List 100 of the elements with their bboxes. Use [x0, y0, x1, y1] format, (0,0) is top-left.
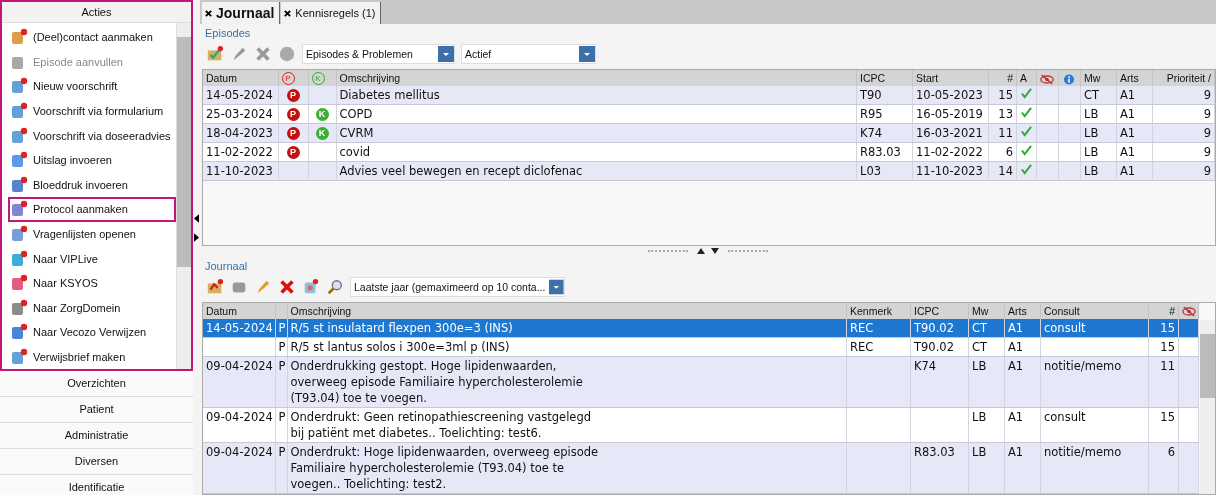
column-header[interactable] — [1036, 70, 1059, 87]
close-icon[interactable] — [204, 8, 213, 18]
document-icon — [10, 225, 28, 244]
table-cell: 15 — [1160, 340, 1175, 354]
problem-badge: P — [286, 146, 300, 160]
table-cell: CT — [972, 340, 988, 354]
document-icon — [10, 298, 28, 317]
column-header[interactable] — [1058, 70, 1081, 87]
chronic-badge: K — [315, 108, 329, 122]
document-icon — [10, 102, 28, 121]
action-item[interactable]: Naar Vecozo Verwijzen — [8, 320, 176, 345]
tab[interactable]: Journaal — [202, 2, 281, 25]
group-title: Journaal — [204, 259, 249, 272]
table-cell: 14-05-2024 — [206, 321, 273, 335]
action-item[interactable]: Nieuw voorschrift — [8, 74, 176, 99]
document-icon — [10, 175, 28, 194]
table-cell: LB — [972, 359, 987, 373]
action-item[interactable]: Naar KSYOS — [8, 270, 176, 296]
column-header[interactable]: # — [988, 70, 1017, 87]
close-icon[interactable] — [283, 8, 293, 18]
period-dropdown[interactable]: Laatste jaar (gemaximeerd op 10 conta... — [350, 277, 565, 297]
action-item[interactable]: Naar ZorgDomein — [8, 295, 176, 321]
table-cell: P — [278, 321, 286, 335]
column-header[interactable]: # — [1169, 305, 1175, 317]
filter-dropdown[interactable]: Episodes & Problemen — [302, 44, 455, 65]
column-header[interactable]: Prioriteit / — [1152, 70, 1215, 87]
table-cell: 6 — [1167, 445, 1175, 459]
column-header[interactable]: Start — [912, 70, 989, 87]
table-cell: REC — [850, 321, 874, 335]
table-cell: notitie/memo — [1044, 359, 1122, 373]
action-item[interactable]: Verwijsbrief maken — [8, 344, 176, 370]
action-item[interactable]: Uitslag invoeren — [8, 147, 176, 173]
table-cell: P — [278, 445, 286, 459]
table-cell: Diabetes mellitus — [336, 86, 857, 105]
column-header[interactable]: P — [278, 70, 308, 87]
section-header[interactable]: Acties — [2, 2, 191, 23]
section-header[interactable]: Identificatie — [0, 475, 193, 495]
action-item[interactable]: Voorschrift via doseeradvies — [8, 123, 176, 148]
scrollbar[interactable] — [1200, 320, 1215, 494]
action-item[interactable]: Naar VIPLive — [8, 246, 176, 271]
status-dropdown[interactable]: Actief — [461, 44, 596, 65]
delete-icon[interactable] — [278, 278, 296, 296]
column-header[interactable]: Mw — [1080, 70, 1117, 87]
action-item[interactable]: Protocol aanmaken — [8, 197, 176, 222]
column-header[interactable]: A — [1016, 70, 1037, 87]
caret-icon — [438, 46, 454, 63]
table-cell: Onderdrukt: Geen retinopathiescreening vastgelegd bij patiënt met diabetes.. Toelichting: test6. — [290, 410, 592, 440]
column-header[interactable]: Omschrijving — [336, 70, 857, 87]
table-cell: P — [278, 410, 286, 424]
search-icon[interactable] — [326, 278, 344, 296]
table-cell: 9 — [1152, 86, 1215, 105]
problem-badge: P — [286, 89, 300, 103]
table-cell: A1 — [1008, 359, 1024, 373]
prescription-icon[interactable] — [302, 278, 320, 296]
column-header[interactable]: Arts — [1116, 70, 1153, 87]
column-header[interactable]: Datum — [203, 70, 278, 87]
table-cell: R/5 st insulatard flexpen 300e=3 (INS) — [290, 321, 513, 335]
action-item[interactable]: Bloeddruk invoeren — [8, 172, 176, 198]
document-icon — [10, 126, 28, 145]
table-cell: T90.02 — [914, 321, 954, 335]
section-header[interactable]: Diversen — [0, 449, 193, 476]
document-icon — [10, 274, 28, 293]
table-cell: A1 — [1116, 86, 1153, 105]
table-cell: 09-04-2024 — [206, 445, 273, 459]
tab[interactable]: Kennisregels (1) — [281, 2, 382, 25]
table-cell: consult — [1044, 410, 1086, 424]
table-cell: 11 — [1160, 359, 1175, 373]
column-header[interactable]: Omschrijving — [290, 305, 352, 317]
section-header[interactable]: Overzichten — [0, 371, 193, 398]
table-cell: T90 — [856, 86, 913, 105]
table-cell: 15 — [1160, 410, 1175, 424]
table-cell: consult — [1044, 321, 1086, 335]
document-icon — [10, 28, 28, 47]
table-cell: K74 — [914, 359, 937, 373]
document-icon — [10, 249, 28, 268]
section-header[interactable]: Patient — [0, 397, 193, 424]
table-cell: A1 — [1008, 340, 1024, 354]
action-item[interactable]: Voorschrift via formularium — [8, 98, 176, 124]
add-contact-icon[interactable] — [206, 278, 224, 296]
table-cell: A1 — [1008, 445, 1024, 459]
caret-icon — [579, 46, 595, 63]
table-cell: R83.03 — [914, 445, 955, 459]
table-cell: P — [278, 340, 286, 354]
table-cell: CT — [1080, 86, 1117, 105]
table-cell: REC — [850, 340, 874, 354]
scrollbar[interactable] — [176, 23, 191, 370]
table-cell: Onderdrukt: Hoge lipidenwaarden, overweeg episode Familiaire hypercholesterolemie (T93.04) toe te voegen.. Toelichting: test2. — [290, 445, 599, 491]
table-cell: LB — [972, 445, 987, 459]
table-cell: A1 — [1008, 410, 1024, 424]
problem-badge: P — [286, 108, 300, 122]
crossed-eye-icon — [1040, 73, 1054, 85]
table-cell: 09-04-2024 — [206, 359, 273, 373]
document-icon — [10, 323, 28, 342]
table-cell: Onderdrukking gestopt. Hoge lipidenwaarden, overweeg episode Familiaire hypercholesterolemie (T93.04) toe te voegen. — [290, 359, 583, 405]
action-item[interactable]: Vragenlijsten openen — [8, 221, 176, 247]
table-cell: 15 — [1160, 321, 1175, 335]
column-header[interactable]: ICPC — [856, 70, 913, 87]
table-cell: 14-05-2024 — [203, 86, 278, 105]
action-item[interactable]: (Deel)contact aanmaken — [8, 25, 176, 50]
section-header[interactable]: Administratie — [0, 423, 193, 450]
